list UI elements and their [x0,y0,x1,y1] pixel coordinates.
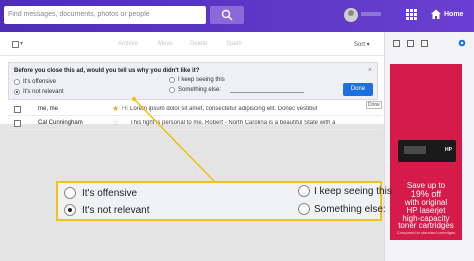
zoom-radio-keep-seeing[interactable] [298,185,310,197]
zoom-label-keep-seeing: I keep seeing this [314,186,392,197]
callout-pointer [131,96,215,182]
zoom-radio-offensive[interactable] [64,187,76,199]
zoom-label-something-else: Something else: [314,204,386,215]
zoomed-options-callout: It's offensive It's not relevant I keep … [56,181,392,221]
zoom-label-not-relevant: It's not relevant [82,205,150,216]
zoom-radio-not-relevant[interactable] [64,204,76,216]
zoom-radio-something-else[interactable] [298,203,310,215]
zoom-label-offensive: It's offensive [82,188,138,199]
